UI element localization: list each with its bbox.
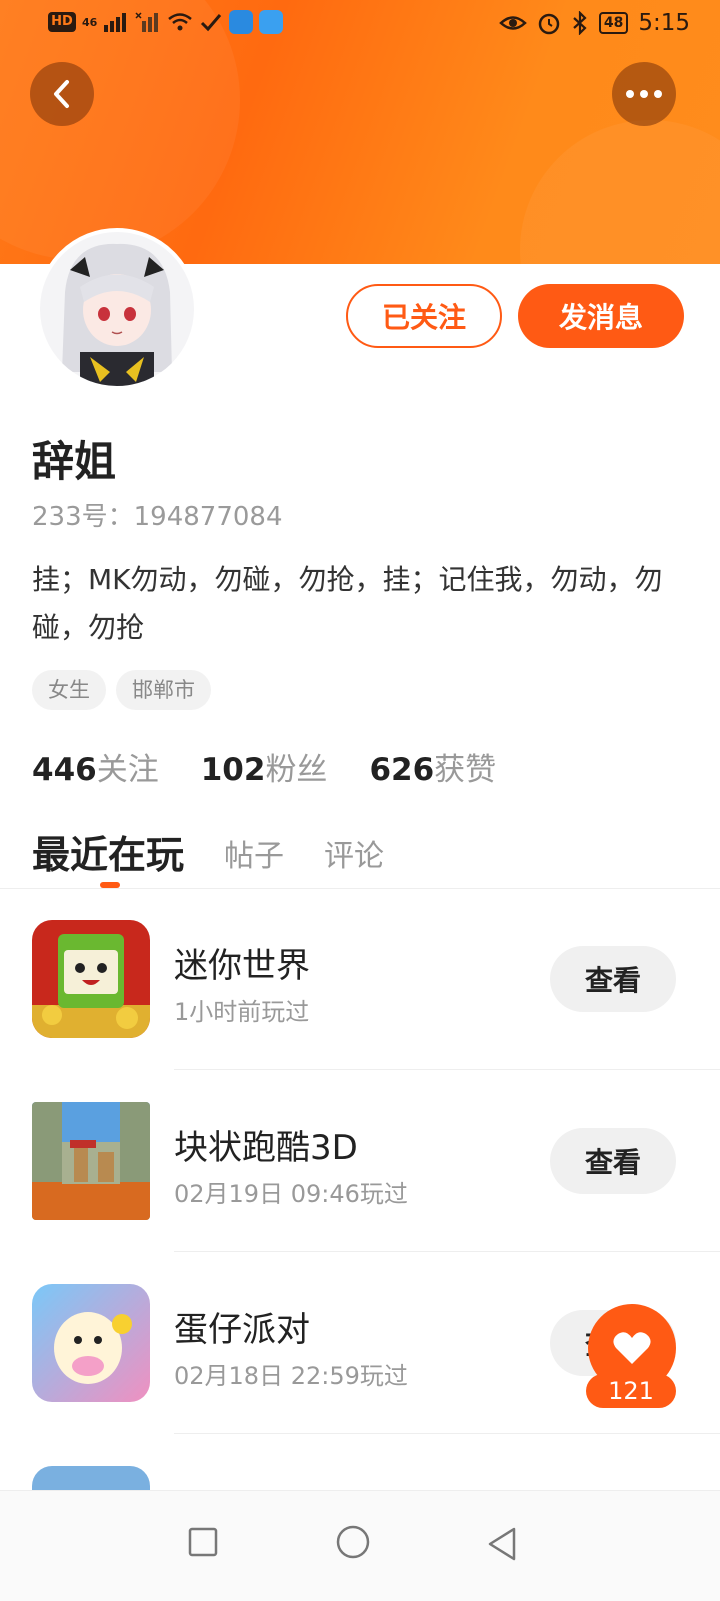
hd-badge: HD xyxy=(48,12,76,32)
game-name: 迷你世界 xyxy=(174,946,310,986)
game-played-time: 02月18日 22:59玩过 xyxy=(174,1362,408,1390)
game-row[interactable]: 块状跑酷3D 02月19日 09:46玩过 查看 xyxy=(0,1070,720,1252)
like-count: 121 xyxy=(586,1374,676,1408)
heart-icon xyxy=(613,1332,651,1364)
tag-gender: 女生 xyxy=(32,670,106,710)
game-icon-eggy-party xyxy=(32,1284,150,1402)
game-played-time: 1小时前玩过 xyxy=(174,998,310,1026)
stat-likes-label: 获赞 xyxy=(434,752,497,788)
stat-fans[interactable]: 102粉丝 xyxy=(201,744,328,789)
game-row[interactable]: 迷你世界 1小时前玩过 查看 xyxy=(0,888,720,1070)
stat-following-label: 关注 xyxy=(96,752,159,788)
stat-likes: 626获赞 xyxy=(369,744,496,789)
back-button[interactable] xyxy=(30,62,94,126)
stat-fans-count: 102 xyxy=(200,752,266,788)
following-button[interactable]: 已关注 xyxy=(346,284,502,348)
more-dots-icon xyxy=(626,90,662,98)
status-bar: HD 46 48 5:15 xyxy=(0,0,720,48)
recent-apps-icon[interactable] xyxy=(188,1527,218,1557)
stat-fans-label: 粉丝 xyxy=(265,752,328,788)
search-app-icon xyxy=(259,10,284,34)
home-icon[interactable] xyxy=(336,1525,370,1559)
stat-likes-count: 626 xyxy=(369,752,435,788)
view-button[interactable]: 查看 xyxy=(550,1128,676,1194)
stat-following[interactable]: 446关注 xyxy=(32,744,159,789)
bluetooth-icon xyxy=(573,11,587,35)
tag-city: 邯郸市 xyxy=(116,670,211,710)
profile-bio: 挂；MK勿动，勿碰，勿抢，挂；记住我，勿动，勿碰，勿抢 xyxy=(32,563,663,644)
send-message-button[interactable]: 发消息 xyxy=(518,284,684,348)
avatar[interactable] xyxy=(36,228,198,390)
view-button[interactable]: 查看 xyxy=(550,946,676,1012)
profile-name: 辞姐 xyxy=(32,437,117,486)
alarm-icon xyxy=(538,13,560,35)
game-icon-mini-world xyxy=(32,920,150,1038)
data-saver-icon xyxy=(201,14,222,32)
more-button[interactable] xyxy=(612,62,676,126)
profile-tabs: 最近在玩 帖子 评论 xyxy=(32,824,384,879)
signal-label: 46 xyxy=(82,15,98,29)
profile-stats: 446关注 102粉丝 626获赞 xyxy=(32,744,496,789)
battery-level: 48 xyxy=(598,12,629,34)
signal-icon xyxy=(104,13,127,32)
signal-no-sim-icon xyxy=(135,12,159,32)
tab-comments[interactable]: 评论 xyxy=(324,831,384,879)
game-played-time: 02月19日 09:46玩过 xyxy=(174,1180,408,1208)
chevron-left-icon xyxy=(54,80,69,108)
game-name: 块状跑酷3D xyxy=(174,1128,358,1168)
wifi-icon xyxy=(168,13,193,31)
tab-recently-played[interactable]: 最近在玩 xyxy=(32,824,184,879)
clock: 5:15 xyxy=(638,10,690,36)
tab-posts[interactable]: 帖子 xyxy=(224,831,284,879)
system-nav-bar xyxy=(0,1490,720,1601)
avatar-illustration xyxy=(40,232,194,386)
game-name: 蛋仔派对 xyxy=(174,1310,310,1350)
game-row[interactable] xyxy=(0,1434,720,1490)
game-icon-block-parkour xyxy=(32,1102,150,1220)
browser-app-icon xyxy=(229,10,254,34)
profile-uid: 233号：194877084 xyxy=(32,502,283,532)
eye-icon xyxy=(499,16,527,30)
game-icon-partial xyxy=(32,1466,150,1490)
back-nav-icon[interactable] xyxy=(486,1527,518,1561)
profile-tags: 女生 邯郸市 xyxy=(32,670,211,710)
stat-following-count: 446 xyxy=(32,752,97,788)
